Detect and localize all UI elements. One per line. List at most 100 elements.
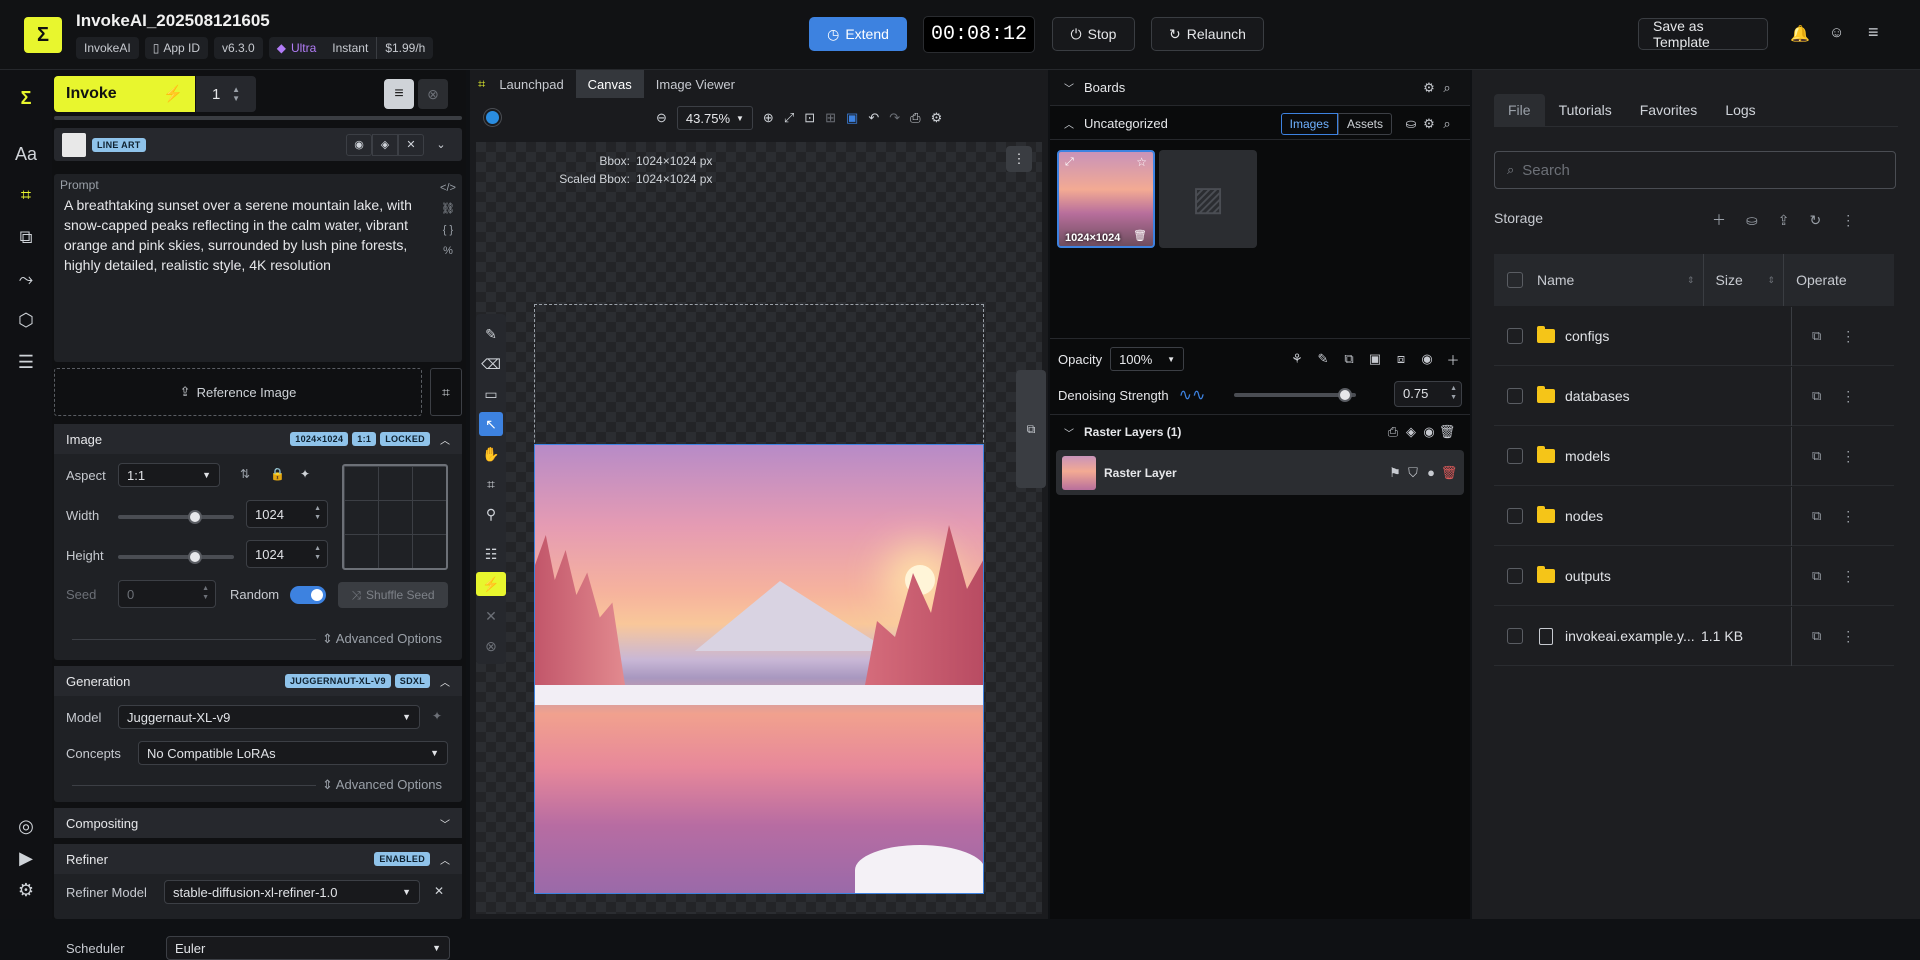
zoom-in-icon[interactable]: ⊕ [763,110,774,126]
uncategorized-header[interactable]: ︿ Uncategorized Images Assets ⛀ ⚙ ⌕ [1050,108,1470,140]
hand-tool-icon[interactable]: ✋ [479,442,503,466]
invoke-tool-icon[interactable]: ⚡ [476,572,506,596]
file-name[interactable]: outputs [1565,568,1695,584]
height-slider[interactable] [118,550,234,564]
stepper-arrows-icon[interactable]: ▲ ▼ [232,85,240,103]
cancel-tool-icon[interactable]: ✕ [479,604,503,628]
trash-icon[interactable]: 🗑 [1133,229,1147,242]
percent-icon[interactable]: % [440,241,456,262]
column-size[interactable]: Size [1716,272,1768,288]
move-tool-icon[interactable]: ↖ [479,412,503,436]
app-logo-icon[interactable]: Σ [24,17,62,53]
reference-image-dropzone[interactable]: ⇪ Reference Image [54,368,422,416]
clear-tool-icon[interactable]: ⊗ [479,634,503,658]
extend-button[interactable]: ◷ Extend [809,17,907,51]
chevron-down-icon[interactable]: ⌄ [428,138,454,151]
raster-trash-icon[interactable]: 🗑 [1438,424,1456,440]
row-more-icon[interactable]: ⋮ [1841,328,1855,345]
wand-icon[interactable]: ✎ [1314,351,1332,367]
file-row[interactable]: configs ⧉ ⋮ [1494,306,1894,366]
refiner-section-header[interactable]: Refiner ENABLED ︿ [54,844,462,874]
denoise-slider[interactable] [1234,388,1356,402]
height-slider-thumb[interactable] [188,550,202,564]
copy-path-icon[interactable]: ⧉ [1812,628,1821,644]
frame-icon[interactable]: ⧉ [1340,351,1358,367]
menu-icon[interactable]: ≡ [1868,22,1879,43]
stop-button[interactable]: ⏻ Stop [1052,17,1135,51]
dot-icon[interactable]: ● [1422,465,1440,480]
settings-gear-icon[interactable]: ⚙ [14,878,38,902]
bbox-tool-icon[interactable]: ⌗ [479,472,503,496]
row-more-icon[interactable]: ⋮ [1841,568,1855,585]
file-row[interactable]: nodes ⧉ ⋮ [1494,486,1894,546]
zoom-select[interactable]: 43.75% ▼ [676,106,753,130]
color-picker-swatch[interactable] [484,109,501,126]
tab-logs[interactable]: Logs [1711,94,1769,126]
code-icon[interactable]: </> [440,178,456,199]
height-input[interactable]: 1024 ▲ ▼ [246,540,328,568]
toggle-panel-button[interactable]: ⧉ [1016,370,1046,488]
new-raster-icon[interactable]: ⎙ [1384,424,1402,440]
width-slider[interactable] [118,510,234,524]
archive-icon[interactable]: ⛀ [1746,212,1758,229]
boards-settings-icon[interactable]: ⚙ [1420,80,1438,96]
refiner-model-select[interactable]: stable-diffusion-xl-refiner-1.0 ▼ [164,880,420,904]
iterations-stepper[interactable]: 1 ▲ ▼ [196,76,256,112]
discord-icon[interactable]: ☺ [1829,24,1844,41]
models-cube-icon[interactable]: ⬡ [14,308,38,332]
eraser-tool-icon[interactable]: ⌫ [479,352,503,376]
copy-path-icon[interactable]: ⧉ [1812,328,1821,344]
copy-path-icon[interactable]: ⧉ [1812,508,1821,524]
queue-menu-button[interactable]: ≡ [384,79,414,109]
tab-file[interactable]: File [1494,94,1545,126]
file-row[interactable]: invokeai.example.y... 1.1 KB ⧉ ⋮ [1494,606,1894,666]
model-select[interactable]: Juggernaut-XL-v9 ▼ [118,705,420,729]
row-checkbox[interactable] [1507,448,1523,464]
boards-search-icon[interactable]: ⌕ [1438,80,1456,96]
clear-refiner-icon[interactable]: ✕ [434,884,444,898]
save-icon[interactable]: ▣ [846,110,858,126]
row-more-icon[interactable]: ⋮ [1841,508,1855,525]
generation-advanced-options-button[interactable]: ⇕ Advanced Options [322,777,442,793]
tab-tutorials[interactable]: Tutorials [1545,94,1626,126]
canvas-more-button[interactable]: ⋮ [1006,146,1032,172]
concepts-select[interactable]: No Compatible LoRAs ▼ [138,741,448,765]
row-more-icon[interactable]: ⋮ [1841,448,1855,465]
close-icon[interactable]: ✕ [398,133,424,156]
lock-icon[interactable]: 🔒 [270,467,285,481]
raster-eye-icon[interactable]: ◉ [1420,424,1438,440]
chevron-down-icon[interactable]: ﹀ [440,816,450,831]
row-checkbox[interactable] [1507,568,1523,584]
sort-icon[interactable]: ⇕ [1687,275,1695,286]
archive-icon[interactable]: ⛀ [1402,116,1420,132]
save-as-template-button[interactable]: Save as Template [1638,18,1768,50]
raster-layer-row[interactable]: Raster Layer ⚑ ⛉ ● 🗑 [1056,450,1464,495]
brush-tool-icon[interactable]: ✎ [479,322,503,346]
file-search-input[interactable]: ⌕ Search [1494,151,1896,189]
add-icon[interactable]: ＋ [1712,210,1726,230]
braces-icon[interactable]: { } [440,220,456,241]
generated-image[interactable] [534,444,984,894]
file-name[interactable]: invokeai.example.y... [1565,628,1695,644]
chevron-up-icon[interactable]: ︿ [440,674,450,689]
unlock-icon[interactable]: ⛉ [1404,465,1422,481]
row-checkbox[interactable] [1507,508,1523,524]
tab-image-viewer[interactable]: Image Viewer [644,70,747,98]
copy-path-icon[interactable]: ⧉ [1812,388,1821,404]
seed-input[interactable]: 0 ▲ ▼ [118,580,216,608]
adjust-icon[interactable]: ☷ [479,542,503,566]
layers-icon[interactable]: ◈ [372,133,398,156]
image-advanced-options-button[interactable]: ⇕ Advanced Options [322,631,442,647]
image-section-header[interactable]: Image 1024×1024 1:1 LOCKED ︿ [54,424,462,454]
height-stepper-icon[interactable]: ▲ ▼ [314,544,321,562]
sort-icon[interactable]: ⇕ [1768,275,1776,286]
row-more-icon[interactable]: ⋮ [1841,388,1855,405]
merge-icon[interactable]: ⚘ [1288,351,1306,367]
canvas-settings-icon[interactable]: ⚙ [931,110,943,126]
file-row[interactable]: models ⧉ ⋮ [1494,426,1894,486]
file-name[interactable]: configs [1565,328,1695,344]
boards-header[interactable]: ﹀ Boards ⚙ ⌕ [1050,70,1470,106]
assets-tab[interactable]: Assets [1337,112,1392,135]
zoom-out-icon[interactable]: ⊖ [656,110,667,126]
compositing-section-header[interactable]: Compositing ﹀ [54,808,462,838]
